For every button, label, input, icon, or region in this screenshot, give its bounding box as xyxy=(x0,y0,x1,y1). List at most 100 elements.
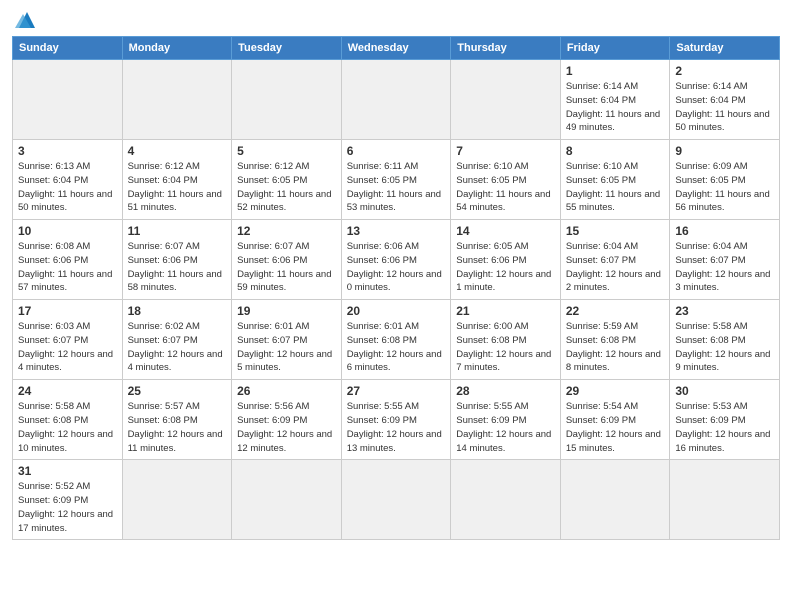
day-number: 17 xyxy=(18,304,117,318)
day-number: 25 xyxy=(128,384,227,398)
day-number: 18 xyxy=(128,304,227,318)
day-number: 27 xyxy=(347,384,446,398)
page: SundayMondayTuesdayWednesdayThursdayFrid… xyxy=(0,0,792,550)
calendar-cell xyxy=(670,460,780,540)
calendar-cell xyxy=(451,460,561,540)
sun-info: Sunrise: 5:55 AMSunset: 6:09 PMDaylight:… xyxy=(456,400,555,455)
day-number: 8 xyxy=(566,144,665,158)
sun-info: Sunrise: 6:06 AMSunset: 6:06 PMDaylight:… xyxy=(347,240,446,295)
calendar-cell: 26 Sunrise: 5:56 AMSunset: 6:09 PMDayligh… xyxy=(232,380,342,460)
sun-info: Sunrise: 6:14 AMSunset: 6:04 PMDaylight:… xyxy=(675,80,774,135)
sun-info: Sunrise: 5:53 AMSunset: 6:09 PMDaylight:… xyxy=(675,400,774,455)
day-number: 23 xyxy=(675,304,774,318)
calendar-cell: 6Sunrise: 6:11 AMSunset: 6:05 PMDaylight… xyxy=(341,140,451,220)
header-cell-wednesday: Wednesday xyxy=(341,37,451,60)
day-number: 12 xyxy=(237,224,336,238)
calendar-cell xyxy=(451,60,561,140)
day-number: 13 xyxy=(347,224,446,238)
day-number: 22 xyxy=(566,304,665,318)
calendar-week-1: 3 Sunrise: 6:13 AMSunset: 6:04 PMDaylight… xyxy=(13,140,780,220)
day-number: 20 xyxy=(347,304,446,318)
calendar-cell: 7Sunrise: 6:10 AMSunset: 6:05 PMDaylight… xyxy=(451,140,561,220)
sun-info: Sunrise: 6:08 AMSunset: 6:06 PMDaylight:… xyxy=(18,240,117,295)
sun-info: Sunrise: 5:52 AMSunset: 6:09 PMDaylight:… xyxy=(18,480,117,535)
calendar-cell: 3 Sunrise: 6:13 AMSunset: 6:04 PMDaylight… xyxy=(13,140,123,220)
header-cell-tuesday: Tuesday xyxy=(232,37,342,60)
calendar-week-3: 17 Sunrise: 6:03 AMSunset: 6:07 PMDayligh… xyxy=(13,300,780,380)
calendar-cell: 10 Sunrise: 6:08 AMSunset: 6:06 PMDayligh… xyxy=(13,220,123,300)
calendar-cell: 4Sunrise: 6:12 AMSunset: 6:04 PMDaylight… xyxy=(122,140,232,220)
calendar-cell: 18Sunrise: 6:02 AMSunset: 6:07 PMDayligh… xyxy=(122,300,232,380)
calendar-cell: 8 Sunrise: 6:10 AMSunset: 6:05 PMDaylight… xyxy=(560,140,670,220)
sun-info: Sunrise: 6:10 AMSunset: 6:05 PMDaylight:… xyxy=(456,160,555,215)
calendar-body: 1 Sunrise: 6:14 AMSunset: 6:04 PMDaylight… xyxy=(13,60,780,540)
calendar-cell: 27Sunrise: 5:55 AMSunset: 6:09 PMDayligh… xyxy=(341,380,451,460)
sun-info: Sunrise: 5:59 AMSunset: 6:08 PMDaylight:… xyxy=(566,320,665,375)
calendar-cell: 17 Sunrise: 6:03 AMSunset: 6:07 PMDayligh… xyxy=(13,300,123,380)
sun-info: Sunrise: 6:05 AMSunset: 6:06 PMDaylight:… xyxy=(456,240,555,295)
calendar-cell: 2 Sunrise: 6:14 AMSunset: 6:04 PMDaylight… xyxy=(670,60,780,140)
sun-info: Sunrise: 5:54 AMSunset: 6:09 PMDaylight:… xyxy=(566,400,665,455)
calendar-cell xyxy=(122,60,232,140)
calendar-cell xyxy=(341,460,451,540)
calendar-cell: 15 Sunrise: 6:04 AMSunset: 6:07 PMDayligh… xyxy=(560,220,670,300)
calendar-cell: 21 Sunrise: 6:00 AMSunset: 6:08 PMDayligh… xyxy=(451,300,561,380)
sun-info: Sunrise: 6:00 AMSunset: 6:08 PMDaylight:… xyxy=(456,320,555,375)
sun-info: Sunrise: 5:57 AMSunset: 6:08 PMDaylight:… xyxy=(128,400,227,455)
sun-info: Sunrise: 6:01 AMSunset: 6:07 PMDaylight:… xyxy=(237,320,336,375)
day-number: 24 xyxy=(18,384,117,398)
header-cell-saturday: Saturday xyxy=(670,37,780,60)
day-number: 21 xyxy=(456,304,555,318)
day-number: 3 xyxy=(18,144,117,158)
sun-info: Sunrise: 5:58 AMSunset: 6:08 PMDaylight:… xyxy=(675,320,774,375)
calendar-cell: 13 Sunrise: 6:06 AMSunset: 6:06 PMDayligh… xyxy=(341,220,451,300)
calendar-cell xyxy=(341,60,451,140)
calendar-cell: 31 Sunrise: 5:52 AMSunset: 6:09 PMDayligh… xyxy=(13,460,123,540)
calendar-cell xyxy=(232,60,342,140)
header-cell-monday: Monday xyxy=(122,37,232,60)
sun-info: Sunrise: 6:07 AMSunset: 6:06 PMDaylight:… xyxy=(237,240,336,295)
calendar-header: SundayMondayTuesdayWednesdayThursdayFrid… xyxy=(13,37,780,60)
sun-info: Sunrise: 6:09 AMSunset: 6:05 PMDaylight:… xyxy=(675,160,774,215)
day-number: 31 xyxy=(18,464,117,478)
day-number: 10 xyxy=(18,224,117,238)
sun-info: Sunrise: 6:13 AMSunset: 6:04 PMDaylight:… xyxy=(18,160,117,215)
sun-info: Sunrise: 6:01 AMSunset: 6:08 PMDaylight:… xyxy=(347,320,446,375)
day-number: 4 xyxy=(128,144,227,158)
day-number: 2 xyxy=(675,64,774,78)
calendar-cell: 19 Sunrise: 6:01 AMSunset: 6:07 PMDayligh… xyxy=(232,300,342,380)
day-number: 29 xyxy=(566,384,665,398)
calendar-cell xyxy=(13,60,123,140)
day-number: 26 xyxy=(237,384,336,398)
calendar-week-4: 24 Sunrise: 5:58 AMSunset: 6:08 PMDayligh… xyxy=(13,380,780,460)
sun-info: Sunrise: 6:11 AMSunset: 6:05 PMDaylight:… xyxy=(347,160,446,215)
calendar-cell: 9 Sunrise: 6:09 AMSunset: 6:05 PMDaylight… xyxy=(670,140,780,220)
sun-info: Sunrise: 6:04 AMSunset: 6:07 PMDaylight:… xyxy=(675,240,774,295)
logo-area xyxy=(12,10,39,30)
day-number: 9 xyxy=(675,144,774,158)
sun-info: Sunrise: 6:14 AMSunset: 6:04 PMDaylight:… xyxy=(566,80,665,135)
day-number: 19 xyxy=(237,304,336,318)
calendar-cell xyxy=(560,460,670,540)
header-cell-friday: Friday xyxy=(560,37,670,60)
calendar-cell: 28Sunrise: 5:55 AMSunset: 6:09 PMDayligh… xyxy=(451,380,561,460)
calendar-cell: 24 Sunrise: 5:58 AMSunset: 6:08 PMDayligh… xyxy=(13,380,123,460)
calendar-cell: 14Sunrise: 6:05 AMSunset: 6:06 PMDayligh… xyxy=(451,220,561,300)
calendar-week-5: 31 Sunrise: 5:52 AMSunset: 6:09 PMDayligh… xyxy=(13,460,780,540)
sun-info: Sunrise: 6:03 AMSunset: 6:07 PMDaylight:… xyxy=(18,320,117,375)
calendar-cell: 5 Sunrise: 6:12 AMSunset: 6:05 PMDaylight… xyxy=(232,140,342,220)
sun-info: Sunrise: 6:12 AMSunset: 6:05 PMDaylight:… xyxy=(237,160,336,215)
sun-info: Sunrise: 5:56 AMSunset: 6:09 PMDaylight:… xyxy=(237,400,336,455)
day-number: 16 xyxy=(675,224,774,238)
day-number: 15 xyxy=(566,224,665,238)
sun-info: Sunrise: 6:04 AMSunset: 6:07 PMDaylight:… xyxy=(566,240,665,295)
day-number: 1 xyxy=(566,64,665,78)
day-number: 5 xyxy=(237,144,336,158)
calendar-week-2: 10 Sunrise: 6:08 AMSunset: 6:06 PMDayligh… xyxy=(13,220,780,300)
calendar-cell xyxy=(232,460,342,540)
sun-info: Sunrise: 6:10 AMSunset: 6:05 PMDaylight:… xyxy=(566,160,665,215)
logo-icon xyxy=(15,10,39,30)
logo xyxy=(12,10,39,30)
calendar-table: SundayMondayTuesdayWednesdayThursdayFrid… xyxy=(12,36,780,540)
sun-info: Sunrise: 5:58 AMSunset: 6:08 PMDaylight:… xyxy=(18,400,117,455)
